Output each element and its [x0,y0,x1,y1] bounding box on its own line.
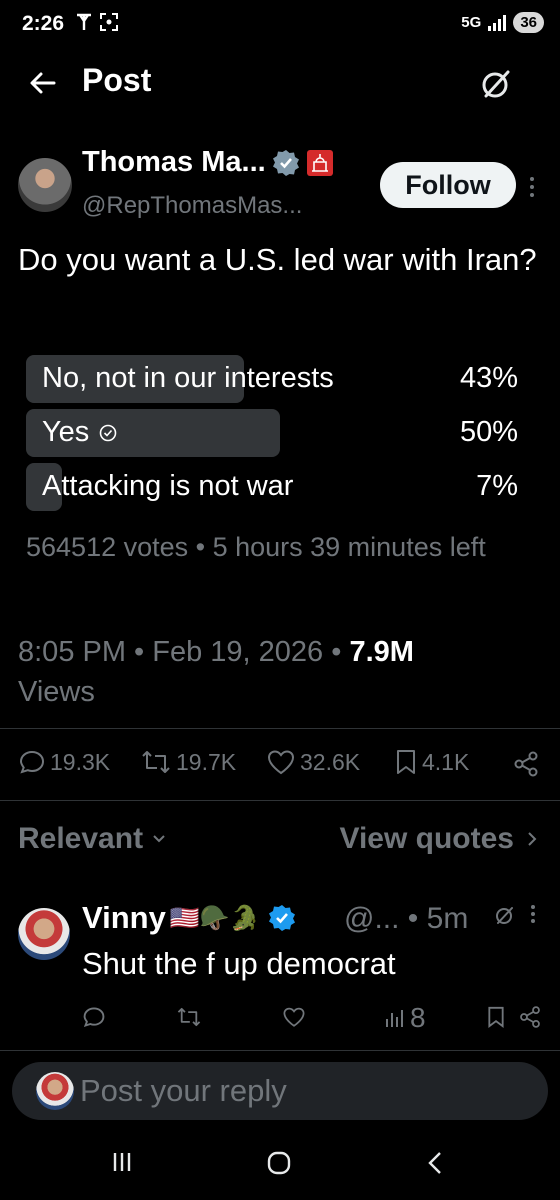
poll-option-label: Attacking is not war [42,470,294,502]
reply-action[interactable]: 19.3K [18,748,110,776]
view-quotes-link[interactable]: View quotes [340,822,539,856]
author-name-text: Thomas Ma... [82,146,266,178]
chevron-right-icon [526,830,538,848]
author-name[interactable]: Thomas Ma... [82,146,334,179]
reply-bookmark-icon[interactable] [486,1005,506,1029]
reply-share-icon[interactable] [518,1005,542,1029]
reply-avatar[interactable] [18,908,70,960]
poll-option-label-text: Yes [42,416,90,448]
more-options-icon[interactable] [528,176,536,198]
reply-author-emojis: 🇺🇸🪖🐊 [169,904,260,932]
sort-dropdown[interactable]: Relevant [18,822,167,856]
bookmark-action[interactable]: 4.1K [394,748,469,776]
reply-author-name[interactable]: Vinny 🇺🇸🪖🐊 [82,900,296,936]
screenshot-icon [99,12,119,32]
reply-reply-icon[interactable] [82,1005,106,1029]
verified-badge-icon [272,149,300,177]
home-icon[interactable] [266,1150,292,1176]
grok-icon[interactable] [494,904,516,926]
reply-handle-time: @... • 5m [344,902,469,935]
back-arrow-icon[interactable] [28,68,58,98]
reply-repost-icon[interactable] [176,1005,202,1029]
poll-option-percent: 50% [459,416,518,448]
recent-apps-icon[interactable] [110,1150,134,1174]
reply-heart-icon[interactable] [282,1005,306,1029]
status-notification-icons [75,12,119,32]
views-count: 7.9M [349,636,414,668]
bookmark-icon [394,748,418,776]
heart-icon [266,748,296,776]
reply-count: 19.3K [50,748,111,775]
tweet-text: Do you want a U.S. led war with Iran? [18,242,537,277]
repost-icon [140,748,172,776]
divider [0,728,560,729]
poll-option-percent: 7% [476,470,518,502]
poll-option-label: No, not in our interests [42,362,334,394]
divider [0,800,560,801]
status-right: 5G 36 [461,12,544,33]
reply-author-name-text: Vinny [82,900,166,935]
antenna-icon [75,12,93,32]
author-avatar[interactable] [18,158,72,212]
view-quotes-label: View quotes [339,822,515,855]
repost-count: 19.7K [176,748,237,775]
views-chart-icon [384,1007,406,1029]
page-title: Post [82,62,152,98]
more-options-icon[interactable] [530,904,536,924]
post-timestamp: 8:05 PM • Feb 19, 2026 • 7.9M Views [18,632,548,712]
selected-check-icon [99,424,117,442]
like-count: 32.6K [300,748,361,775]
poll-votes-remaining: 564512 votes • 5 hours 39 minutes left [26,532,486,562]
repost-action[interactable]: 19.7K [140,748,236,776]
chevron-down-icon [151,833,167,845]
verified-badge-icon [268,904,296,932]
signal-icon [487,14,507,31]
composer-avatar [36,1072,74,1110]
reply-text: Shut the f up democrat [82,946,396,981]
like-action[interactable]: 32.6K [266,748,360,776]
bookmark-count: 4.1K [422,748,470,775]
reply-input[interactable] [78,1072,522,1110]
grok-icon[interactable] [478,66,514,102]
reply-views[interactable]: 8 [384,1002,426,1034]
sort-label: Relevant [18,822,144,855]
reply-icon [18,748,46,776]
back-nav-icon[interactable] [426,1150,444,1176]
share-icon[interactable] [512,750,540,778]
network-type: 5G [461,14,482,31]
author-handle[interactable]: @RepThomasMas... [82,192,302,220]
views-label: Views [18,676,95,708]
status-time: 2:26 [22,12,65,35]
battery-level: 36 [513,12,544,33]
divider [0,1050,560,1051]
time-date: 8:05 PM • Feb 19, 2026 • [18,636,350,668]
reply-views-count: 8 [410,1002,426,1033]
poll-option-label: Yes [42,416,117,449]
follow-button[interactable]: Follow [380,162,516,208]
government-affiliation-icon [306,149,334,177]
poll-option-percent: 43% [459,362,518,394]
